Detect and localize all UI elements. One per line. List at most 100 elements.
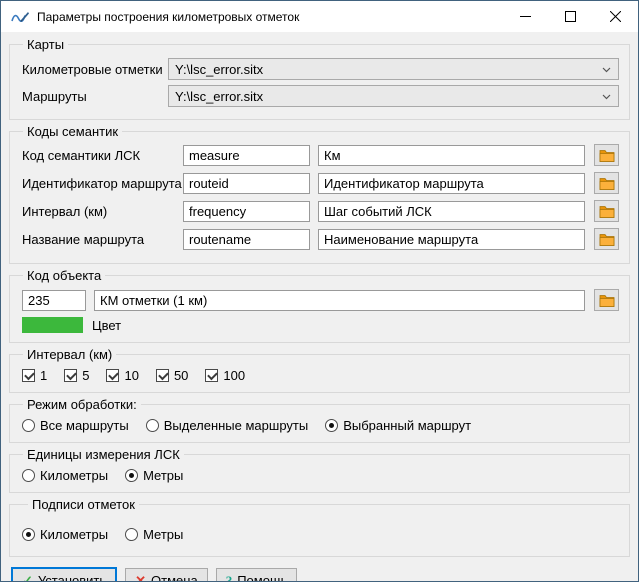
km-marks-combobox[interactable]: Y:\lsc_error.sitx bbox=[168, 58, 619, 80]
semantic-desc-input[interactable] bbox=[318, 173, 585, 194]
checkbox-interval-50[interactable]: 50 bbox=[156, 368, 188, 383]
button-bar: ✓ Установить ✕ Отмена ? Помощь bbox=[9, 561, 630, 582]
semantic-code-input[interactable] bbox=[183, 145, 310, 166]
checkbox-icon bbox=[205, 369, 218, 382]
radio-highlighted-routes[interactable]: Выделенные маршруты bbox=[146, 418, 308, 433]
object-code-row bbox=[22, 289, 619, 311]
install-button[interactable]: ✓ Установить bbox=[11, 567, 117, 582]
map-row-km-marks: Километровые отметки Y:\lsc_error.sitx bbox=[22, 58, 619, 80]
minimize-icon bbox=[520, 11, 531, 22]
group-mark-labels: Подписи отметок Километры Метры bbox=[9, 497, 630, 557]
map-row-routes: Маршруты Y:\lsc_error.sitx bbox=[22, 85, 619, 107]
radio-units-meters[interactable]: Метры bbox=[125, 468, 183, 483]
checkbox-icon bbox=[106, 369, 119, 382]
group-interval-title: Интервал (км) bbox=[23, 347, 116, 362]
radio-icon bbox=[125, 528, 138, 541]
semantic-code-input[interactable] bbox=[183, 201, 310, 222]
browse-button[interactable] bbox=[594, 144, 619, 166]
semantic-row-routename: Название маршрута bbox=[22, 228, 619, 250]
chevron-down-icon bbox=[602, 94, 611, 100]
radio-labels-meters[interactable]: Метры bbox=[125, 527, 183, 542]
group-maps: Карты Километровые отметки Y:\lsc_error.… bbox=[9, 37, 630, 120]
group-mark-labels-title: Подписи отметок bbox=[28, 497, 139, 512]
checkbox-interval-5[interactable]: 5 bbox=[64, 368, 89, 383]
processing-mode-radio-row: Все маршруты Выделенные маршруты Выбранн… bbox=[22, 418, 619, 433]
cancel-button[interactable]: ✕ Отмена bbox=[125, 568, 208, 582]
radio-icon bbox=[125, 469, 138, 482]
checkbox-interval-1[interactable]: 1 bbox=[22, 368, 47, 383]
checkbox-icon bbox=[156, 369, 169, 382]
radio-labels-kilometers[interactable]: Километры bbox=[22, 527, 108, 542]
radio-icon bbox=[325, 419, 338, 432]
color-label: Цвет bbox=[92, 318, 121, 333]
folder-icon bbox=[599, 177, 615, 190]
radio-units-kilometers[interactable]: Километры bbox=[22, 468, 108, 483]
group-semantics: Коды семантик Код семантики ЛСК Идентифи… bbox=[9, 124, 630, 264]
browse-button[interactable] bbox=[594, 228, 619, 250]
browse-button[interactable] bbox=[594, 289, 619, 311]
group-processing-mode: Режим обработки: Все маршруты Выделенные… bbox=[9, 397, 630, 443]
checkbox-interval-10[interactable]: 10 bbox=[106, 368, 138, 383]
folder-icon bbox=[599, 205, 615, 218]
radio-icon bbox=[22, 469, 35, 482]
group-processing-mode-title: Режим обработки: bbox=[23, 397, 141, 412]
object-desc-input[interactable] bbox=[94, 290, 585, 311]
color-swatch[interactable] bbox=[22, 317, 83, 333]
window-title: Параметры построения километровых отмето… bbox=[37, 10, 503, 24]
maximize-button[interactable] bbox=[548, 1, 593, 32]
group-object-code-title: Код объекта bbox=[23, 268, 105, 283]
group-object-code: Код объекта Цвет bbox=[9, 268, 630, 343]
radio-icon bbox=[22, 528, 35, 541]
color-row: Цвет bbox=[22, 317, 619, 333]
radio-icon bbox=[22, 419, 35, 432]
folder-icon bbox=[599, 149, 615, 162]
close-button[interactable] bbox=[593, 1, 638, 32]
group-interval: Интервал (км) 1 5 10 50 bbox=[9, 347, 630, 393]
routes-combobox[interactable]: Y:\lsc_error.sitx bbox=[168, 85, 619, 107]
dialog-window: Параметры построения километровых отмето… bbox=[0, 0, 639, 582]
units-radio-row: Километры Метры bbox=[22, 468, 619, 483]
titlebar: Параметры построения километровых отмето… bbox=[1, 1, 638, 32]
app-icon bbox=[10, 9, 30, 25]
semantic-row-measure: Код семантики ЛСК bbox=[22, 144, 619, 166]
semantic-label: Название маршрута bbox=[22, 232, 183, 247]
minimize-button[interactable] bbox=[503, 1, 548, 32]
folder-icon bbox=[599, 233, 615, 246]
semantic-label: Интервал (км) bbox=[22, 204, 183, 219]
object-code-input[interactable] bbox=[22, 290, 86, 311]
question-icon: ? bbox=[226, 574, 233, 582]
semantic-desc-input[interactable] bbox=[318, 201, 585, 222]
help-button[interactable]: ? Помощь bbox=[216, 568, 298, 582]
checkbox-icon bbox=[22, 369, 35, 382]
check-icon: ✓ bbox=[22, 574, 33, 582]
checkbox-interval-100[interactable]: 100 bbox=[205, 368, 245, 383]
radio-selected-route[interactable]: Выбранный маршрут bbox=[325, 418, 471, 433]
browse-button[interactable] bbox=[594, 200, 619, 222]
semantic-desc-input[interactable] bbox=[318, 145, 585, 166]
semantic-label: Код семантики ЛСК bbox=[22, 148, 183, 163]
radio-all-routes[interactable]: Все маршруты bbox=[22, 418, 129, 433]
routes-label: Маршруты bbox=[22, 89, 168, 104]
semantic-row-routeid: Идентификатор маршрута bbox=[22, 172, 619, 194]
km-marks-label: Километровые отметки bbox=[22, 62, 168, 77]
semantic-label: Идентификатор маршрута bbox=[22, 176, 183, 191]
group-semantics-title: Коды семантик bbox=[23, 124, 122, 139]
semantic-row-frequency: Интервал (км) bbox=[22, 200, 619, 222]
group-units: Единицы измерения ЛСК Километры Метры bbox=[9, 447, 630, 493]
routes-combobox-value: Y:\lsc_error.sitx bbox=[175, 89, 263, 104]
folder-icon bbox=[599, 294, 615, 307]
close-icon bbox=[610, 11, 621, 22]
group-maps-title: Карты bbox=[23, 37, 68, 52]
semantic-desc-input[interactable] bbox=[318, 229, 585, 250]
chevron-down-icon bbox=[602, 67, 611, 73]
maximize-icon bbox=[565, 11, 576, 22]
km-marks-combobox-value: Y:\lsc_error.sitx bbox=[175, 62, 263, 77]
group-units-title: Единицы измерения ЛСК bbox=[23, 447, 184, 462]
radio-icon bbox=[146, 419, 159, 432]
x-icon: ✕ bbox=[135, 574, 146, 582]
semantic-code-input[interactable] bbox=[183, 173, 310, 194]
checkbox-icon bbox=[64, 369, 77, 382]
interval-checkbox-row: 1 5 10 50 100 bbox=[22, 368, 619, 383]
browse-button[interactable] bbox=[594, 172, 619, 194]
semantic-code-input[interactable] bbox=[183, 229, 310, 250]
